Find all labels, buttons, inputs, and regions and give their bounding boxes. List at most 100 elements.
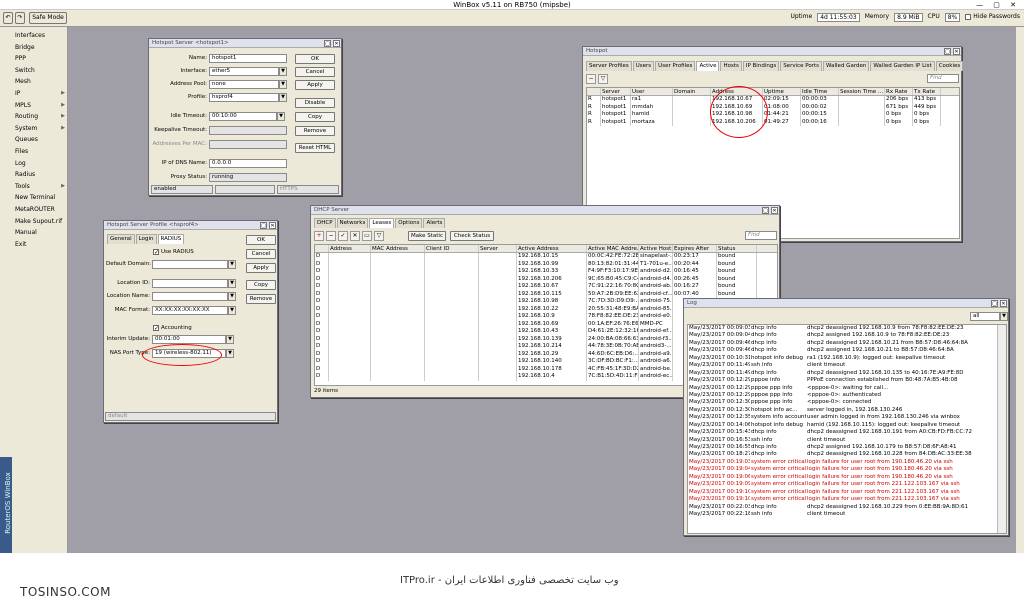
log-row[interactable]: May/23/2017 00:12:29 pppoe ppp info <pppoe… [688,392,1006,399]
location-id-input[interactable] [152,279,228,288]
close-icon[interactable]: ✕ [333,40,340,47]
reset-html-button[interactable]: Reset HTML [295,143,335,153]
find-input[interactable]: Find [927,74,959,83]
column-header[interactable]: Active MAC Addre... [587,245,639,252]
log-row[interactable]: May/23/2017 00:19:06 system error critica… [688,474,1006,481]
column-header[interactable]: Rx Rate [885,88,913,95]
idle-timeout-input[interactable]: 00:10:00 [209,112,277,121]
sidebar-item[interactable]: Exit [15,239,67,250]
cancel-button[interactable]: Cancel [246,249,276,259]
sidebar-item[interactable]: MetaROUTER [15,204,67,215]
column-header[interactable] [315,245,329,252]
column-header[interactable] [587,88,601,95]
log-row[interactable]: May/23/2017 00:09:04 dhcp info dhcp2 assig… [688,332,1006,339]
log-row[interactable]: May/23/2017 00:16:53 ssh info client timeo… [688,437,1006,444]
sidebar-item[interactable]: Radius [15,169,67,180]
column-header[interactable]: MAC Address [371,245,425,252]
chevron-down-icon[interactable]: ▼ [228,260,236,269]
log-row[interactable]: May/23/2017 00:10:31 hotspot info debug ra… [688,355,1006,362]
log-row[interactable]: May/23/2017 00:12:29 pppoe ppp info <pppoe… [688,385,1006,392]
chevron-down-icon[interactable]: ▼ [277,112,285,121]
dns-input[interactable]: 0.0.0.0 [209,159,287,168]
ok-button[interactable]: OK [295,54,335,64]
tab-general[interactable]: General [107,234,135,244]
chevron-down-icon[interactable]: ▼ [226,335,234,344]
sidebar-item[interactable]: System ▶ [15,123,67,134]
log-row[interactable]: May/23/2017 00:19:09 system error critica… [688,481,1006,488]
table-row[interactable]: D 192.168.10.115 50:A7:2B:D9:EE:62 android-… [315,290,777,298]
chevron-down-icon[interactable]: ▼ [279,93,287,102]
tab[interactable]: Hosts [720,61,742,71]
address-pool-select[interactable]: none [209,80,279,89]
column-header[interactable]: Address [329,245,371,252]
tab[interactable]: Server Profiles [586,61,632,71]
log-row[interactable]: May/23/2017 00:12:30 hotspot info ac... se… [688,407,1006,414]
tab[interactable]: User Profiles [655,61,696,71]
log-row[interactable]: May/23/2017 00:12:30 pppoe ppp info <pppoe… [688,399,1006,406]
chevron-down-icon[interactable]: ▼ [228,279,236,288]
window-controls[interactable]: — ▢ ✕ [976,0,1020,10]
table-row[interactable]: Rhotspot1 ra1 192.168.10.67 02:09:15 00:00:0… [587,96,959,104]
column-header[interactable]: Session Time ... [839,88,885,95]
chevron-down-icon[interactable]: ▼ [279,67,287,76]
tab[interactable]: Active [696,61,720,71]
hide-passwords-checkbox[interactable] [965,13,972,20]
copy-button[interactable]: Copy [295,112,335,122]
log-row[interactable]: May/23/2017 00:11:49 ssh info client timeo… [688,362,1006,369]
reset-icon[interactable]: − [586,74,596,84]
disable-button[interactable]: Disable [295,98,335,108]
tab[interactable]: Users [632,61,655,71]
apply-button[interactable]: Apply [295,80,335,90]
remove-icon[interactable]: − [326,231,336,241]
log-row[interactable]: May/23/2017 00:09:46 dhcp info dhcp2 assig… [688,347,1006,354]
column-header[interactable]: Active Address [517,245,587,252]
accounting-option[interactable]: Accounting [153,324,192,332]
add-icon[interactable]: + [314,231,324,241]
restore-icon[interactable]: ▢ [944,48,951,55]
close-icon[interactable]: ✕ [771,207,778,214]
sidebar-item[interactable]: Manual [15,227,67,238]
enable-icon[interactable]: ✓ [338,231,348,241]
log-row[interactable]: May/23/2017 00:12:29 pppoe info PPPoE conn… [688,377,1006,384]
sidebar-item[interactable]: Mesh [15,76,67,87]
remove-button[interactable]: Remove [246,294,276,304]
hide-passwords-toggle[interactable]: Hide Passwords [965,12,1020,22]
close-icon[interactable]: ✕ [953,48,960,55]
chevron-down-icon[interactable]: ▼ [279,80,287,89]
use-radius-checkbox[interactable] [153,248,159,255]
column-header[interactable]: Server [479,245,517,252]
sidebar-item[interactable]: Files [15,146,67,157]
table-row[interactable]: Rhotspot1 mmdah 192.168.10.69 01:08:00 00:00… [587,103,959,111]
accounting-checkbox[interactable] [153,324,159,331]
column-header[interactable]: Client ID [425,245,479,252]
chevron-down-icon[interactable]: ▼ [1000,312,1008,321]
tab[interactable]: DHCP [314,218,336,228]
table-row[interactable]: Rhotspot1 mortaza 192.168.10.206 01:49:27 00… [587,118,959,126]
tab[interactable]: Service Ports [780,61,823,71]
sidebar-item[interactable]: PPP [15,53,67,64]
tab[interactable]: Networks [336,218,369,228]
log-row[interactable]: May/23/2017 00:19:10 system error critica… [688,496,1006,503]
sidebar-item[interactable]: IP ▶ [15,88,67,99]
remove-button[interactable]: Remove [295,126,335,136]
sidebar-item[interactable]: Bridge [15,42,67,53]
column-header[interactable]: User [631,88,673,95]
interim-update-input[interactable]: 00:01:00 [152,335,226,344]
sidebar-item[interactable]: Make Supout.rif [15,216,67,227]
keepalive-input[interactable] [209,126,287,135]
log-scrollbar[interactable] [997,325,1006,533]
log-row[interactable]: May/23/2017 00:16:55 dhcp info dhcp2 assig… [688,444,1006,451]
column-header[interactable]: Domain [673,88,711,95]
close-icon[interactable]: ✕ [1000,300,1007,307]
log-row[interactable]: May/23/2017 00:22:03 dhcp info dhcp2 deass… [688,504,1006,511]
apply-button[interactable]: Apply [246,263,276,273]
log-row[interactable]: May/23/2017 00:14:06 hotspot info debug ha… [688,422,1006,429]
disable-icon[interactable]: ✕ [350,231,360,241]
column-header[interactable]: Status [717,245,757,252]
undo-button[interactable]: ↶ [3,12,13,24]
log-row[interactable]: May/23/2017 00:11:49 dhcp info dhcp2 deass… [688,370,1006,377]
tab-login[interactable]: Login [135,234,157,244]
log-filter-select[interactable]: all [970,312,1000,321]
sidebar-item[interactable]: Log [15,158,67,169]
log-row[interactable]: May/23/2017 00:18:27 dhcp info dhcp2 deass… [688,451,1006,458]
